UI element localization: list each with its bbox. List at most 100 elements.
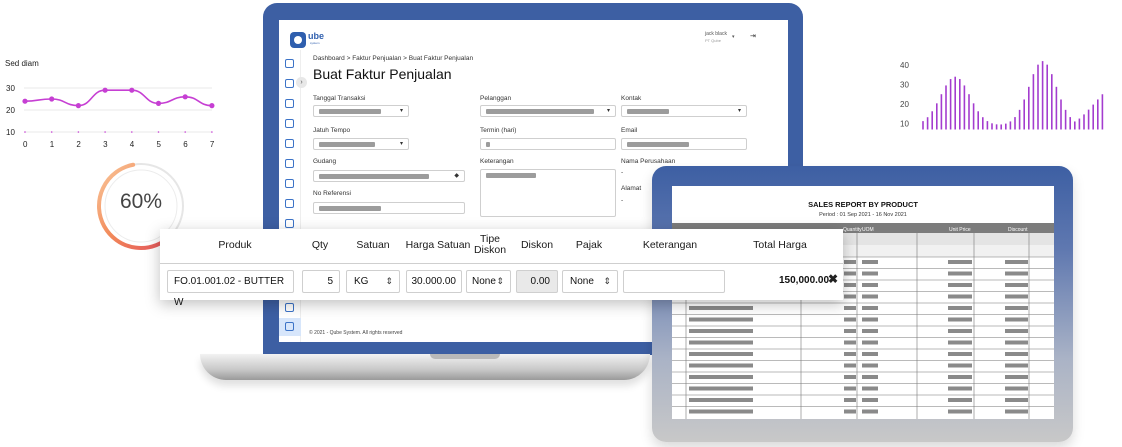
header-tipe-diskon: Tipe Diskon: [473, 233, 507, 256]
alamat-label: Alamat: [621, 185, 642, 192]
header-qty: Qty: [311, 238, 329, 251]
report-cell-uom: [862, 352, 878, 356]
line-axis-dot: [77, 131, 80, 133]
report-cell-price: [948, 352, 972, 356]
produk-input[interactable]: FO.01.001.02 - BUTTER W: [167, 270, 294, 308]
line-x-tick: 2: [76, 140, 81, 149]
line-axis-dot: [104, 131, 106, 133]
line-point: [155, 100, 162, 106]
termin-input[interactable]: [480, 138, 616, 150]
tipe-diskon-select[interactable]: None ⇕: [466, 270, 511, 293]
report-cell-uom: [862, 398, 878, 402]
truck-icon[interactable]: [285, 199, 294, 208]
report-cell-qty: [844, 409, 856, 414]
col-discount: Discount: [1008, 227, 1028, 233]
report-cell-price: [948, 283, 972, 287]
report-cell-uom: [862, 329, 878, 333]
satuan-select[interactable]: KG ⇕: [346, 270, 400, 293]
report-cell-qty: [844, 340, 856, 345]
keterangan-input[interactable]: [623, 270, 725, 293]
header-divider: [160, 263, 843, 264]
line-axis-dot: [24, 131, 26, 133]
pelanggan-select[interactable]: ▾: [480, 105, 616, 117]
report-cell-uom: [862, 363, 878, 368]
jatuh-tempo-select[interactable]: ▾: [313, 138, 409, 150]
logout-icon[interactable]: ⇥: [750, 32, 756, 40]
line-x-tick: 4: [130, 140, 135, 149]
report-cell-product: [689, 352, 753, 356]
harga-satuan-input[interactable]: 30.000.00: [406, 270, 462, 293]
email-label: Email: [621, 127, 638, 134]
report-cell-product: [689, 363, 753, 368]
report-cell-uom: [862, 306, 878, 310]
report-cell-uom: [862, 271, 878, 276]
report-cell-qty: [844, 317, 856, 322]
alamat-value: -: [621, 197, 624, 204]
report-cell-price: [948, 363, 972, 368]
report-cell-product: [689, 375, 753, 379]
qube-logo[interactable]: [290, 32, 306, 48]
line-x-tick: 1: [50, 140, 55, 149]
diskon-input[interactable]: 0.00: [516, 270, 558, 293]
report-cell-price: [948, 329, 972, 333]
report-cell-discount: [1005, 260, 1028, 264]
grid-icon[interactable]: [285, 139, 294, 148]
report-cell-price: [948, 271, 972, 276]
remove-row-icon[interactable]: ✖: [828, 272, 838, 286]
header-pajak: Pajak: [575, 238, 603, 251]
report-cell-product: [689, 386, 753, 391]
logo-subtext: system: [310, 41, 320, 45]
no-referensi-input[interactable]: [313, 202, 465, 214]
chart-icon[interactable]: [285, 79, 294, 88]
satuan-value: KG: [354, 276, 369, 287]
app-footer: © 2021 - Qube System. All rights reserve…: [309, 330, 403, 336]
box-icon[interactable]: [285, 159, 294, 168]
report-cell-discount: [1005, 340, 1028, 345]
report-cell-qty: [844, 329, 856, 333]
nama-perusahaan-value: -: [621, 169, 624, 176]
line-chart: Sed diam 30 20 10 0 1 2 3 4 5 6 7: [5, 59, 215, 149]
document-icon[interactable]: [285, 219, 294, 228]
report-cell-price: [948, 409, 972, 414]
monitor-icon[interactable]: [285, 99, 294, 108]
keterangan-textarea[interactable]: [480, 169, 616, 217]
tanggal-select[interactable]: ▾: [313, 105, 409, 117]
header-harga-satuan: Harga Satuan: [405, 238, 471, 251]
qty-input[interactable]: 5: [302, 270, 340, 293]
report-cell-discount: [1005, 352, 1028, 356]
email-input[interactable]: [621, 138, 747, 150]
kontak-select[interactable]: ▾: [621, 105, 747, 117]
nama-perusahaan-label: Nama Perusahaan: [621, 158, 676, 165]
report-cell-price: [948, 375, 972, 379]
collapse-sidebar-button[interactable]: ›: [296, 77, 307, 88]
user-name[interactable]: jack black: [705, 31, 727, 37]
tablet-screen: SALES REPORT BY PRODUCT Period : 01 Sep …: [672, 186, 1054, 419]
gudang-label: Gudang: [313, 158, 337, 165]
report-icon[interactable]: [285, 322, 294, 331]
report-cell-price: [948, 398, 972, 402]
report-cell-discount: [1005, 386, 1028, 391]
gauge-value: 60%: [119, 190, 163, 213]
report-cell-price: [948, 317, 972, 322]
report-title: SALES REPORT BY PRODUCT: [808, 200, 918, 209]
report-cell-qty: [844, 375, 856, 379]
camera-icon[interactable]: [285, 119, 294, 128]
chevron-down-icon[interactable]: ▾: [732, 34, 735, 40]
select-arrows-icon: ⇕: [496, 276, 504, 286]
dashboard-icon[interactable]: [285, 59, 294, 68]
line-axis-dot: [157, 131, 160, 133]
report-cell-uom: [862, 294, 878, 299]
header-total-harga: Total Harga: [753, 238, 807, 251]
pajak-select[interactable]: None ⇕: [562, 270, 618, 293]
report-cell-qty: [844, 271, 856, 276]
report-cell-price: [948, 306, 972, 310]
report-cell-price: [948, 260, 972, 264]
laptop-notch: [430, 354, 500, 359]
qty-value: 5: [327, 276, 333, 287]
users-icon[interactable]: [285, 179, 294, 188]
laptop-base: [200, 354, 650, 380]
report-cell-qty: [844, 386, 856, 391]
gudang-select[interactable]: ◆: [313, 170, 465, 182]
bar-y-tick: 20: [900, 100, 909, 109]
report-cell-uom: [862, 375, 878, 379]
